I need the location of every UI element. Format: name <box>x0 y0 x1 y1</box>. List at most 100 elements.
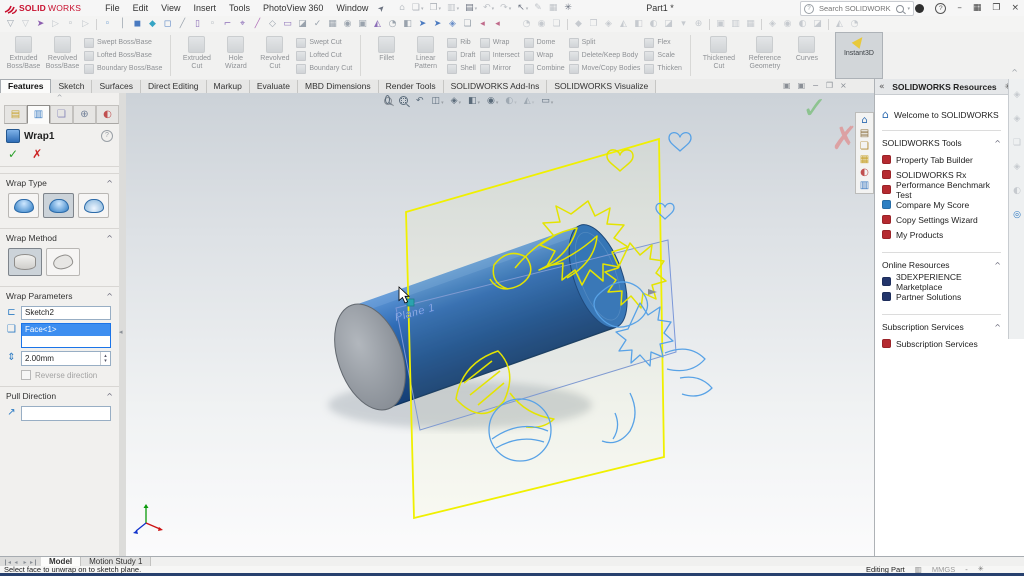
draft-button[interactable]: Draft <box>447 50 476 62</box>
swept-boss-base-button[interactable]: Swept Boss/Base <box>84 37 162 49</box>
shell-button[interactable]: Shell <box>447 63 476 75</box>
task-pane-link[interactable]: Performance Benchmark Test <box>882 180 1001 200</box>
toolbar-icon[interactable]: ⊕ <box>691 17 706 31</box>
ok-button[interactable]: ✓ <box>8 147 18 161</box>
task-pane-link[interactable]: Copy Settings Wizard <box>882 212 1001 227</box>
scale-button[interactable]: Scale <box>644 50 682 62</box>
help-icon[interactable]: ? <box>935 2 947 14</box>
confirm-cancel-overlay[interactable]: ✗ <box>831 119 858 157</box>
quick-access-button[interactable]: ↷ ▾ <box>500 3 511 13</box>
task-pane-shortcut-icon[interactable]: ▤ <box>860 127 869 140</box>
toolbar-icon[interactable]: ◔ <box>847 17 862 31</box>
command-tab[interactable]: Evaluate <box>249 80 298 93</box>
command-tab[interactable]: Sketch <box>51 80 93 93</box>
quick-access-button[interactable]: ↖ ▾ <box>517 3 528 13</box>
toolbar-icon[interactable]: ◐ <box>795 17 810 31</box>
rib-button[interactable]: Rib <box>447 37 476 49</box>
heads-up-button[interactable]: ◐ ▾ <box>505 96 516 106</box>
toolbar-icon[interactable]: ▦ <box>325 17 340 31</box>
toolbar-icon[interactable]: ◂ <box>490 17 505 31</box>
toolbar-icon[interactable]: ◻ <box>160 17 175 31</box>
section-header[interactable]: Subscription Services ^ <box>882 322 1001 332</box>
task-pane-shortcut-icon[interactable]: ⌂ <box>861 114 867 127</box>
task-pane-link[interactable]: My Products <box>882 227 1001 242</box>
restore-button[interactable]: ❐ <box>992 3 1000 13</box>
wrap-button[interactable]: Wrap <box>479 37 520 49</box>
command-tab[interactable]: Features <box>0 79 52 93</box>
edge-tab-icon[interactable]: ◐ <box>1013 179 1021 203</box>
doc-window-button[interactable]: − <box>812 81 819 90</box>
toolbar-icon[interactable]: ▷ <box>48 17 63 31</box>
task-pane-shortcut-icon[interactable]: ◐ <box>860 166 869 179</box>
collapse-panel-icon[interactable]: « <box>879 82 885 92</box>
emboss-button[interactable] <box>8 193 39 218</box>
toolbar-icon[interactable]: ➤ <box>430 17 445 31</box>
toolbar-icon[interactable]: ◔ <box>519 17 534 31</box>
toolbar-icon[interactable]: ❏ <box>549 17 564 31</box>
command-tab[interactable]: Surfaces <box>92 80 141 93</box>
heads-up-button[interactable] <box>384 94 392 105</box>
quick-access-button[interactable]: ↶ ▾ <box>483 3 494 13</box>
quick-access-button[interactable]: ▥ ▾ <box>447 3 459 13</box>
task-pane-link[interactable]: Subscription Services <box>882 336 1001 351</box>
menu-item[interactable]: Edit <box>133 3 149 13</box>
mirror-button[interactable]: Mirror <box>479 63 520 75</box>
reverse-direction-checkbox[interactable] <box>21 370 31 380</box>
toolbar-icon[interactable]: ▯ <box>190 17 205 31</box>
fillet-button[interactable]: Fillet <box>367 34 406 77</box>
extruded-boss-base-button[interactable]: Extruded Boss/Base <box>4 34 43 77</box>
confirm-ok-overlay[interactable]: ✓ <box>802 91 827 126</box>
toolbar-icon[interactable]: ▣ <box>713 17 728 31</box>
manager-tab[interactable]: ⊕ <box>73 105 96 124</box>
toolbar-icon[interactable]: ▾ <box>676 17 691 31</box>
toolbar-icon[interactable] <box>567 18 568 30</box>
user-avatar[interactable] <box>915 3 925 13</box>
menu-item[interactable]: Tools <box>229 3 250 13</box>
instant3d-button[interactable]: Instant3D <box>834 32 883 79</box>
command-tab[interactable]: Markup <box>206 80 250 93</box>
command-tab[interactable]: MBD Dimensions <box>297 80 379 93</box>
toolbar-icon[interactable]: ▽ <box>3 17 18 31</box>
toolbar-icon[interactable]: ◪ <box>295 17 310 31</box>
toolbar-icon[interactable]: ╱ <box>250 17 265 31</box>
menu-item[interactable]: PhotoView 360 <box>263 3 323 13</box>
quick-access-button[interactable]: ▦ <box>549 3 559 13</box>
search-input[interactable] <box>817 3 894 14</box>
pull-direction-section-header[interactable]: Pull Direction ^ <box>0 386 119 403</box>
quick-access-button[interactable]: ⌂ <box>399 3 406 13</box>
spinner-arrows[interactable]: ▴ ▾ <box>100 352 110 365</box>
toolbar-icon[interactable] <box>96 18 97 30</box>
toolbar-icon[interactable] <box>828 18 829 30</box>
toolbar-icon[interactable]: ▥ <box>728 17 743 31</box>
toolbar-icon[interactable]: ◭ <box>832 17 847 31</box>
face-selection-list[interactable]: Face<1> <box>21 323 111 348</box>
welcome-link[interactable]: ⌂ Welcome to SOLIDWORKS <box>882 109 1001 120</box>
menu-item[interactable]: File <box>105 3 120 13</box>
lofted-cut-button[interactable]: Lofted Cut <box>296 50 352 62</box>
source-sketch-field[interactable]: Sketch2 <box>21 306 111 320</box>
toolbar-icon[interactable]: ◭ <box>616 17 631 31</box>
spin-down-icon[interactable]: ▾ <box>104 358 107 364</box>
task-pane-link[interactable]: 3DEXPERIENCE Marketplace <box>882 272 1001 292</box>
task-pane-shortcut-icon[interactable]: ❏ <box>860 140 869 153</box>
edge-tab-icon[interactable]: ◈ <box>1014 83 1021 107</box>
toolbar-icon[interactable]: ▭ <box>280 17 295 31</box>
plane-handle[interactable] <box>406 298 415 307</box>
toolbar-icon[interactable]: ╱ <box>175 17 190 31</box>
quick-access-button[interactable]: ▤ ▾ <box>465 3 477 13</box>
wrap-parameters-section-header[interactable]: Wrap Parameters ^ <box>0 286 119 303</box>
toolbar-icon[interactable]: ◉ <box>340 17 355 31</box>
doc-window-button[interactable]: ❐ <box>826 81 833 90</box>
heads-up-button[interactable]: ↶ <box>416 96 425 106</box>
command-tab[interactable]: Direct Editing <box>140 80 207 93</box>
toolbar-icon[interactable]: ▦ <box>743 17 758 31</box>
quick-access-button[interactable]: ❐ ▾ <box>429 3 441 13</box>
search-icon[interactable] <box>896 4 905 13</box>
wrap-button-2[interactable]: Wrap <box>523 50 565 62</box>
edge-tab-icon[interactable]: ❏ <box>1013 131 1021 155</box>
intersect-button[interactable]: Intersect <box>479 50 520 62</box>
pm-help-icon[interactable]: ? <box>101 130 113 142</box>
edge-tab-icon[interactable]: ◎ <box>1013 203 1021 227</box>
extruded-cut-button[interactable]: Extruded Cut <box>177 34 216 77</box>
cancel-button[interactable]: ✗ <box>32 147 42 161</box>
